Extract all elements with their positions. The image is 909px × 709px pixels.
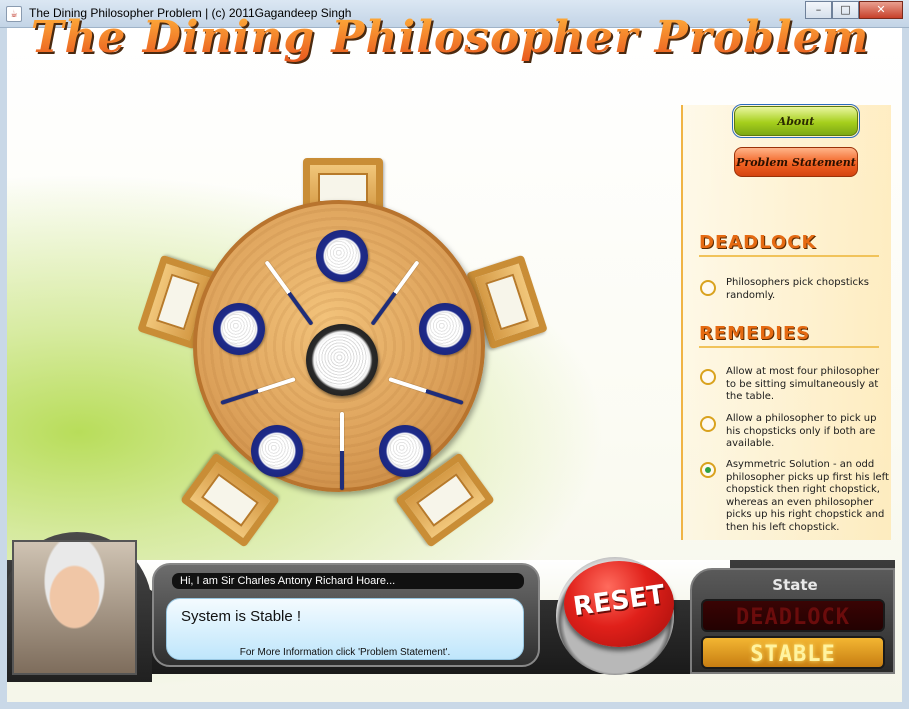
plate-4: [251, 425, 303, 477]
rice-bowl: [306, 324, 378, 396]
about-button[interactable]: About: [732, 104, 860, 138]
deadlock-heading: DEADLOCK: [699, 232, 879, 257]
option-label: Allow a philosopher to pick up his chops…: [726, 413, 877, 449]
deadlock-lamp: DEADLOCK: [701, 599, 885, 632]
deadlock-option-random[interactable]: Philosophers pick chopsticks randomly.: [700, 277, 890, 302]
remedy-option-four-seats[interactable]: Allow at most four philosopher to be sit…: [700, 366, 890, 404]
radio-button-selected[interactable]: [700, 462, 716, 478]
radio-button[interactable]: [700, 280, 716, 296]
plate-2: [213, 303, 265, 355]
radio-button[interactable]: [700, 416, 716, 432]
page-title: The Dining Philosopher Problem: [30, 12, 870, 63]
option-label: Allow at most four philosopher to be sit…: [726, 366, 880, 402]
plate-1: [316, 230, 368, 282]
remedies-heading: REMEDIES: [699, 323, 879, 348]
java-icon: ☕: [6, 6, 22, 22]
status-message: System is Stable !: [181, 608, 302, 625]
state-label: State: [772, 576, 818, 594]
avatar: [12, 540, 137, 675]
remedy-option-asymmetric[interactable]: Asymmetric Solution - an odd philosopher…: [700, 459, 890, 534]
stable-lamp: STABLE: [701, 636, 885, 669]
radio-button[interactable]: [700, 369, 716, 385]
option-label: Asymmetric Solution - an odd philosopher…: [726, 459, 889, 533]
chopstick-5: [340, 412, 344, 490]
plate-3: [419, 303, 471, 355]
plate-5: [379, 425, 431, 477]
problem-statement-button[interactable]: Problem Statement: [734, 147, 858, 177]
option-label: Philosophers pick chopsticks randomly.: [726, 277, 870, 301]
speaker-intro: Hi, I am Sir Charles Antony Richard Hoar…: [172, 573, 524, 589]
remedy-option-both-available[interactable]: Allow a philosopher to pick up his chops…: [700, 413, 890, 451]
info-message: For More Information click 'Problem Stat…: [239, 647, 451, 658]
